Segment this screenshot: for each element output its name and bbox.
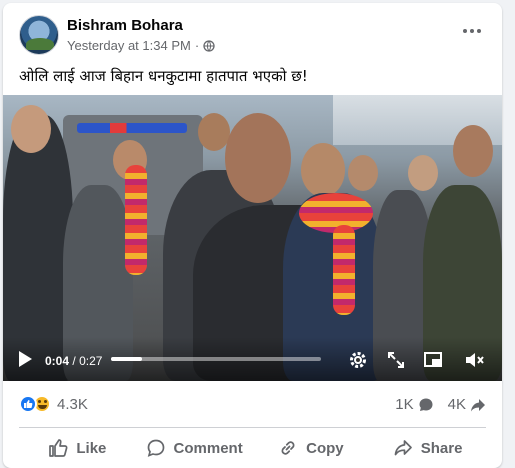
- engagement-counts: 1K 4K: [395, 396, 486, 413]
- post-text: ओलि लाई आज बिहान धनकुटामा हातपात भएको छ!: [19, 67, 308, 85]
- avatar[interactable]: [19, 15, 59, 55]
- action-bar: Like Comment Copy Share: [19, 430, 486, 466]
- mute-icon[interactable]: [463, 349, 485, 371]
- thumbs-up-icon: [49, 439, 68, 457]
- picture-in-picture-icon[interactable]: [422, 349, 444, 371]
- share-label: Share: [420, 439, 463, 457]
- share-count[interactable]: 4K: [448, 396, 486, 413]
- reaction-count: 4.3K: [57, 395, 88, 413]
- like-button[interactable]: Like: [19, 430, 136, 466]
- share-icon: [394, 440, 412, 456]
- post-card: Bishram Bohara Yesterday at 1:34 PM · ओल…: [3, 3, 502, 468]
- settings-icon[interactable]: [347, 349, 369, 371]
- post-meta: Yesterday at 1:34 PM ·: [67, 38, 215, 53]
- timestamp[interactable]: Yesterday at 1:34 PM: [67, 38, 191, 53]
- comment-count-value: 1K: [395, 396, 414, 413]
- link-icon: [281, 441, 295, 455]
- video-player[interactable]: 0:04 / 0:27: [3, 95, 502, 381]
- globe-icon: [203, 39, 215, 52]
- time-separator: /: [72, 354, 76, 368]
- divider: [19, 427, 486, 428]
- duration: 0:27: [79, 354, 103, 368]
- post-header: Bishram Bohara Yesterday at 1:34 PM ·: [3, 3, 502, 61]
- like-label: Like: [76, 439, 107, 457]
- more-options-icon[interactable]: [458, 21, 486, 41]
- video-time: 0:04 / 0:27: [45, 354, 102, 368]
- comment-icon: [147, 439, 164, 457]
- like-reaction-icon: [19, 395, 37, 413]
- comment-count[interactable]: 1K: [395, 396, 433, 413]
- author-name[interactable]: Bishram Bohara: [67, 17, 183, 34]
- comment-bubble-icon: [419, 398, 433, 411]
- reactions-summary[interactable]: 4.3K: [19, 395, 88, 413]
- current-time: 0:04: [45, 354, 70, 368]
- copy-label: Copy: [306, 439, 344, 457]
- fullscreen-icon[interactable]: [385, 349, 407, 371]
- meta-separator: ·: [194, 38, 200, 53]
- comment-label: Comment: [173, 439, 243, 457]
- video-controls: 0:04 / 0:27: [3, 337, 502, 381]
- share-arrow-icon: [471, 398, 485, 411]
- post-stats: 4.3K 1K 4K: [3, 387, 502, 427]
- share-button[interactable]: Share: [369, 430, 486, 466]
- progress-fill: [111, 357, 143, 361]
- copy-button[interactable]: Copy: [253, 430, 370, 466]
- comment-button[interactable]: Comment: [136, 430, 253, 466]
- progress-bar[interactable]: [111, 357, 321, 361]
- play-icon[interactable]: [19, 351, 32, 367]
- share-count-value: 4K: [447, 396, 466, 413]
